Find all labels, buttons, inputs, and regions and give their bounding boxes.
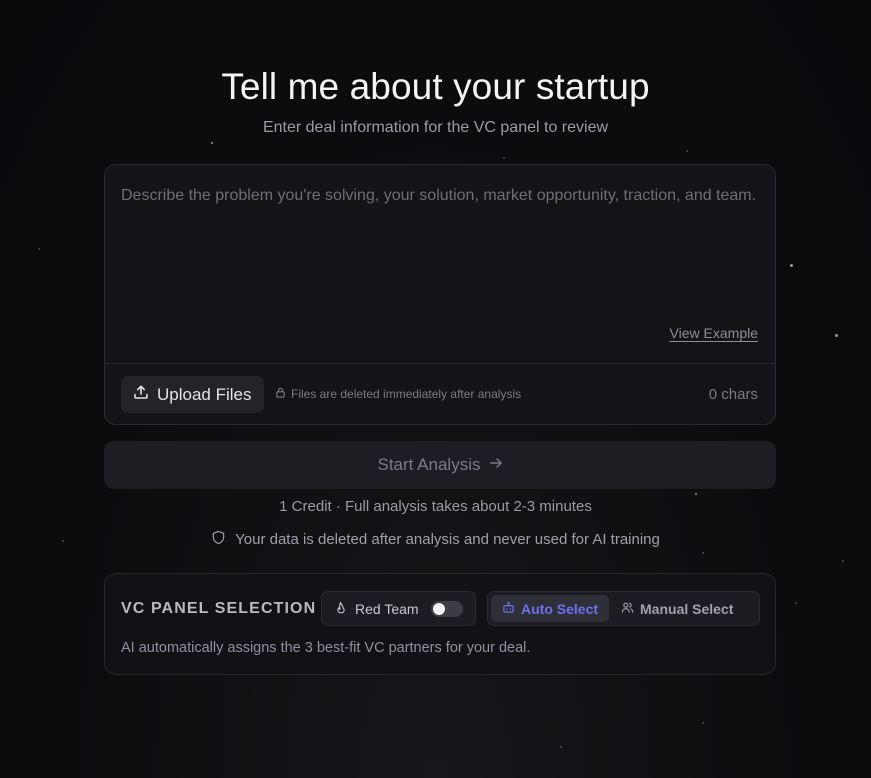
- manual-select-label: Manual Select: [640, 600, 734, 617]
- upload-icon: [133, 384, 149, 405]
- selection-mode-switch: Auto Select Manual Select: [487, 591, 760, 626]
- manual-select-button[interactable]: Manual Select: [613, 595, 744, 622]
- view-example-link[interactable]: View Example: [670, 325, 758, 341]
- users-icon: [621, 601, 634, 617]
- panel-title: VC PANEL SELECTION: [121, 600, 317, 617]
- background-star: [503, 157, 505, 159]
- privacy-text: Your data is deleted after analysis and …: [235, 531, 660, 548]
- red-team-toggle-group[interactable]: Red Team: [321, 591, 476, 626]
- page-subtitle: Enter deal information for the VC panel …: [262, 119, 609, 136]
- background-star: [795, 602, 797, 604]
- start-analysis-button[interactable]: Start Analysis: [104, 441, 776, 489]
- deal-input-card: View Example Upload Files Files are dele…: [104, 164, 776, 425]
- background-star: [560, 746, 562, 748]
- vc-panel-selection: VC PANEL SELECTION Red Team Auto Select: [104, 573, 776, 675]
- files-deleted-note: Files are deleted immediately after anal…: [275, 387, 521, 401]
- auto-select-label: Auto Select: [521, 600, 599, 617]
- background-star: [702, 552, 704, 554]
- background-star: [835, 334, 838, 337]
- red-team-switch[interactable]: [431, 600, 463, 617]
- upload-files-button[interactable]: Upload Files: [121, 376, 264, 413]
- background-star: [695, 493, 697, 495]
- start-analysis-label: Start Analysis: [377, 455, 481, 474]
- auto-select-button[interactable]: Auto Select: [491, 595, 610, 622]
- char-count: 0 chars: [708, 386, 758, 403]
- lock-icon: [275, 387, 286, 401]
- bot-icon: [502, 601, 515, 617]
- switch-knob: [433, 602, 445, 615]
- deal-description-input[interactable]: [105, 165, 775, 315]
- background-star: [686, 150, 688, 152]
- background-star: [790, 264, 793, 267]
- privacy-notice: Your data is deleted after analysis and …: [0, 530, 871, 549]
- page-title: Tell me about your startup: [221, 66, 650, 107]
- panel-description: AI automatically assigns the 3 best-fit …: [121, 640, 531, 656]
- background-star: [211, 142, 213, 144]
- flame-icon: [334, 601, 347, 617]
- background-star: [702, 722, 704, 724]
- shield-icon: [211, 530, 226, 549]
- card-divider: [105, 363, 775, 364]
- credit-info: 1 Credit · Full analysis takes about 2-3…: [279, 498, 592, 515]
- arrow-right-icon: [489, 455, 503, 475]
- red-team-label: Red Team: [355, 600, 419, 617]
- background-star: [38, 248, 40, 250]
- background-star: [842, 560, 844, 562]
- files-note-text: Files are deleted immediately after anal…: [291, 387, 522, 401]
- upload-files-label: Upload Files: [157, 384, 252, 404]
